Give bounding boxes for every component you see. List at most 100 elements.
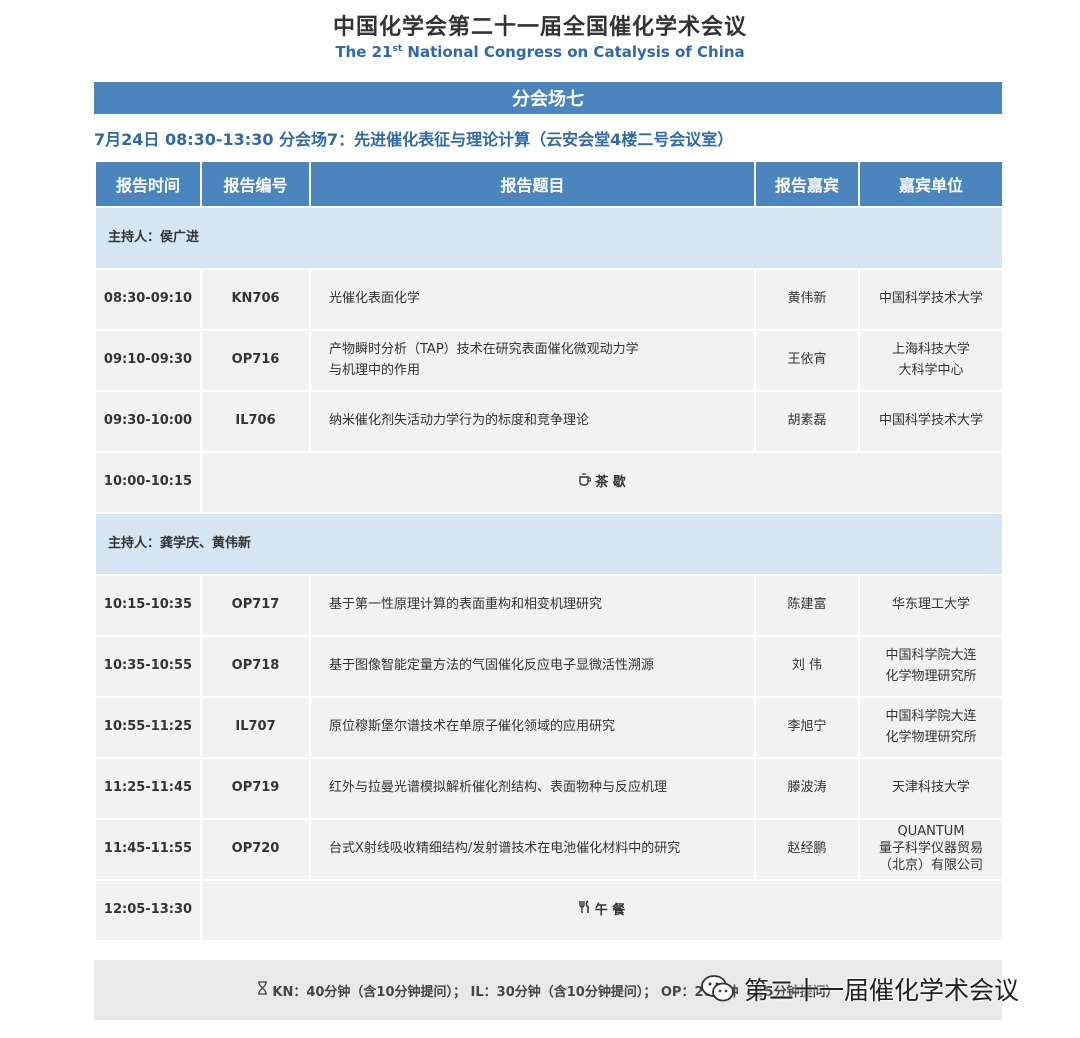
talk-speaker: 王依宵	[754, 329, 860, 392]
talk-time: 09:10-09:30	[94, 329, 202, 392]
talk-affiliation: 华东理工大学	[858, 574, 1004, 637]
talk-code: OP720	[200, 818, 311, 881]
column-header: 嘉宾单位	[858, 160, 1004, 208]
table-row: 10:35-10:55 OP718 基于图像智能定量方法的气固催化反应电子显微活…	[94, 635, 1004, 698]
talk-affiliation: 上海科技大学 大科学中心	[858, 329, 1004, 392]
affiliation-line: 中国科学技术大学	[878, 291, 983, 307]
talk-affiliation: 中国科学院大连 化学物理研究所	[858, 696, 1004, 759]
topic-line: 纳米催化剂失活动力学行为的标度和竞争理论	[329, 413, 590, 429]
table-row: 10:15-10:35 OP717 基于第一性原理计算的表面重构和相变机理研究 …	[94, 574, 1004, 637]
column-header: 报告编号	[200, 160, 311, 208]
affiliation-line: 华东理工大学	[891, 597, 970, 613]
topic-line: 与机理中的作用	[329, 362, 421, 378]
talk-affiliation: 中国科学技术大学	[858, 390, 1004, 453]
topic-line: 基于图像智能定量方法的气固催化反应电子显微活性溯源	[329, 658, 655, 674]
affiliation-line: 化学物理研究所	[885, 668, 977, 684]
chair-label: 主持人：侯广进	[94, 206, 1004, 270]
talk-affiliation: 天津科技大学	[858, 757, 1004, 820]
talk-speaker: 陈建富	[754, 574, 860, 637]
talk-topic: 基于图像智能定量方法的气固催化反应电子显微活性溯源	[309, 635, 756, 698]
talk-code: KN706	[200, 268, 311, 331]
column-header: 报告题目	[309, 160, 756, 208]
wechat-watermark: 第二十一届催化学术会议	[700, 972, 1019, 1006]
talk-affiliation: 中国科学院大连 化学物理研究所	[858, 635, 1004, 698]
table-row: 08:30-09:10 KN706 光催化表面化学 黄伟新 中国科学技术大学	[94, 268, 1004, 331]
session-info: 7月24日 08:30-13:30 分会场7：先进催化表征与理论计算（云安会堂4…	[94, 130, 734, 149]
talk-topic: 产物瞬时分析（TAP）技术在研究表面催化微观动力学 与机理中的作用	[309, 329, 756, 392]
table-row: 10:55-11:25 IL707 原位穆斯堡尔谱技术在单原子催化领域的应用研究…	[94, 696, 1004, 759]
talk-speaker: 李旭宁	[754, 696, 860, 759]
table-row: 11:45-11:55 OP720 台式X射线吸收精细结构/发射谱技术在电池催化…	[94, 818, 1004, 881]
topic-line: 基于第一性原理计算的表面重构和相变机理研究	[329, 597, 603, 613]
subtitle-suffix: National Congress on Catalysis of China	[402, 43, 745, 61]
watermark-text: 第二十一届催化学术会议	[744, 976, 1020, 1005]
utensils-icon	[579, 899, 591, 922]
talk-topic: 台式X射线吸收精细结构/发射谱技术在电池催化材料中的研究	[309, 818, 756, 881]
column-header: 报告嘉宾	[754, 160, 860, 208]
topic-line: 产物瞬时分析（TAP）技术在研究表面催化微观动力学	[329, 341, 639, 357]
talk-affiliation: QUANTUM 量子科学仪器贸易 （北京）有限公司	[858, 818, 1004, 881]
subtitle-prefix: The 21	[335, 43, 393, 61]
break-label: 茶 歇	[595, 474, 626, 490]
schedule-table: 报告时间 报告编号 报告题目 报告嘉宾 嘉宾单位 主持人：侯广进 08:30-0…	[94, 160, 1004, 942]
affiliation-line: 中国科学院大连	[885, 708, 977, 724]
talk-code: IL707	[200, 696, 311, 759]
talk-speaker: 胡素磊	[754, 390, 860, 453]
talk-code: OP719	[200, 757, 311, 820]
talk-affiliation: 中国科学技术大学	[858, 268, 1004, 331]
break-time: 12:05-13:30	[94, 879, 202, 942]
page-title: 中国化学会第二十一届全国催化学术会议	[332, 15, 747, 40]
topic-line: 台式X射线吸收精细结构/发射谱技术在电池催化材料中的研究	[329, 841, 681, 857]
hourglass-icon	[257, 981, 268, 999]
break-label: 午 餐	[594, 902, 626, 918]
venue-banner: 分会场七	[94, 82, 1002, 114]
chair-row: 主持人：龚学庆、黄伟新	[94, 512, 1004, 576]
table-header-row: 报告时间 报告编号 报告题目 报告嘉宾 嘉宾单位	[94, 160, 1004, 208]
break-time: 10:00-10:15	[94, 451, 202, 514]
talk-time: 11:45-11:55	[94, 818, 202, 881]
break-cell: 茶 歇	[200, 451, 1004, 514]
break-row: 12:05-13:30 午 餐	[94, 879, 1004, 942]
column-header: 报告时间	[94, 160, 202, 208]
table-row: 11:25-11:45 OP719 红外与拉曼光谱模拟解析催化剂结构、表面物种与…	[94, 757, 1004, 820]
page: { "header": { "title_cn": "中国化学会第二十一届全国催…	[0, 0, 1080, 1038]
page-subtitle: The 21st National Congress on Catalysis …	[0, 43, 1080, 61]
talk-code: OP718	[200, 635, 311, 698]
break-cell: 午 餐	[200, 879, 1004, 942]
talk-speaker: 刘 伟	[754, 635, 860, 698]
topic-line: 原位穆斯堡尔谱技术在单原子催化领域的应用研究	[329, 719, 616, 735]
affiliation-line: QUANTUM	[897, 824, 965, 840]
talk-code: IL706	[200, 390, 311, 453]
talk-time: 09:30-10:00	[94, 390, 202, 453]
affiliation-line: 中国科学技术大学	[878, 413, 983, 429]
subtitle-ordinal: st	[392, 44, 403, 54]
table-row: 09:10-09:30 OP716 产物瞬时分析（TAP）技术在研究表面催化微观…	[94, 329, 1004, 392]
topic-line: 红外与拉曼光谱模拟解析催化剂结构、表面物种与反应机理	[329, 780, 668, 796]
talk-time: 08:30-09:10	[94, 268, 202, 331]
talk-time: 10:15-10:35	[94, 574, 202, 637]
talk-topic: 原位穆斯堡尔谱技术在单原子催化领域的应用研究	[309, 696, 756, 759]
talk-topic: 光催化表面化学	[309, 268, 756, 331]
chair-row: 主持人：侯广进	[94, 206, 1004, 270]
talk-topic: 纳米催化剂失活动力学行为的标度和竞争理论	[309, 390, 756, 453]
break-row: 10:00-10:15 茶 歇	[94, 451, 1004, 514]
affiliation-line: 天津科技大学	[891, 780, 970, 796]
affiliation-line: 量子科学仪器贸易	[878, 841, 983, 857]
wechat-icon	[701, 975, 734, 1002]
tea-icon	[578, 472, 592, 494]
talk-time: 10:35-10:55	[94, 635, 202, 698]
affiliation-line: 中国科学院大连	[885, 647, 977, 663]
talk-speaker: 黄伟新	[754, 268, 860, 331]
topic-line: 光催化表面化学	[329, 291, 421, 307]
affiliation-line: 上海科技大学	[891, 341, 970, 357]
table-row: 09:30-10:00 IL706 纳米催化剂失活动力学行为的标度和竞争理论 胡…	[94, 390, 1004, 453]
chair-label: 主持人：龚学庆、黄伟新	[94, 512, 1004, 576]
talk-speaker: 滕波涛	[754, 757, 860, 820]
talk-topic: 红外与拉曼光谱模拟解析催化剂结构、表面物种与反应机理	[309, 757, 756, 820]
affiliation-line: 化学物理研究所	[885, 729, 977, 745]
talk-code: OP717	[200, 574, 311, 637]
affiliation-line: 大科学中心	[898, 362, 964, 378]
talk-code: OP716	[200, 329, 311, 392]
talk-topic: 基于第一性原理计算的表面重构和相变机理研究	[309, 574, 756, 637]
talk-time: 10:55-11:25	[94, 696, 202, 759]
